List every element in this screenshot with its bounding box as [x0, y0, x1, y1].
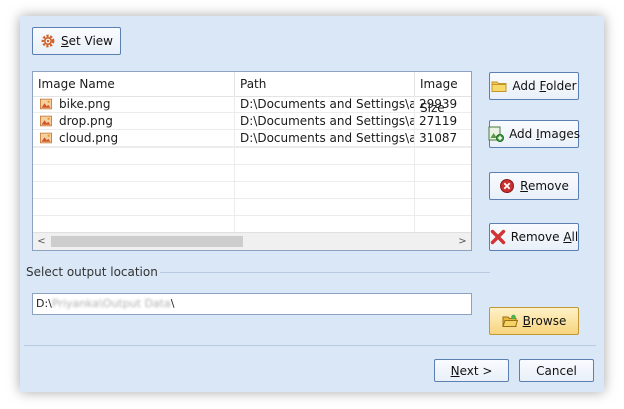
- footer-divider: [24, 345, 596, 346]
- remove-circle-icon: [500, 179, 515, 193]
- output-location-label: Select output location: [26, 265, 158, 279]
- gear-icon: [41, 34, 55, 48]
- scroll-left-arrow[interactable]: <: [33, 233, 50, 250]
- remove-all-button[interactable]: Remove All: [489, 223, 579, 251]
- add-image-icon: [488, 126, 505, 142]
- table-row[interactable]: drop.png D:\Documents and Settings\am...…: [33, 113, 471, 130]
- output-path-field[interactable]: D:\Priyanka\Output Data\: [32, 293, 472, 315]
- remove-label: Remove: [520, 179, 569, 193]
- image-name-cell: cloud.png: [59, 130, 119, 145]
- add-folder-button[interactable]: Add Folder: [489, 72, 579, 100]
- browse-label: Browse: [522, 314, 567, 328]
- horizontal-scrollbar[interactable]: < >: [33, 232, 471, 250]
- size-cell: 27119: [415, 113, 471, 130]
- column-header-image-size[interactable]: Image Size: [415, 72, 471, 115]
- size-cell: 31087: [415, 130, 471, 147]
- path-cell: D:\Documents and Settings\am...: [235, 130, 415, 147]
- folder-icon: [491, 81, 507, 92]
- scrollbar-thumb[interactable]: [51, 236, 243, 247]
- column-header-image-name[interactable]: Image Name: [33, 72, 235, 96]
- add-images-button[interactable]: Add Images: [488, 120, 580, 148]
- image-file-icon: [40, 98, 52, 110]
- scroll-right-arrow[interactable]: >: [454, 233, 471, 250]
- image-name-cell: bike.png: [59, 96, 111, 111]
- image-list[interactable]: Image Name Path Image Size bike.png D:\D…: [32, 71, 472, 251]
- next-label: Next >: [450, 363, 493, 378]
- red-x-icon: [490, 229, 505, 245]
- list-header: Image Name Path Image Size: [33, 72, 471, 115]
- cancel-button[interactable]: Cancel: [519, 359, 594, 382]
- table-row[interactable]: bike.png D:\Documents and Settings\am...…: [33, 96, 471, 113]
- image-file-icon: [40, 115, 52, 127]
- add-images-label: Add Images: [509, 127, 580, 141]
- set-view-button[interactable]: Set View: [32, 27, 121, 55]
- next-button[interactable]: Next >: [434, 359, 509, 382]
- remove-all-label: Remove All: [510, 230, 579, 244]
- image-file-icon: [40, 132, 52, 144]
- path-cell: D:\Documents and Settings\am...: [235, 96, 415, 113]
- remove-button[interactable]: Remove: [489, 172, 579, 200]
- path-cell: D:\Documents and Settings\am...: [235, 113, 415, 130]
- cancel-label: Cancel: [536, 363, 577, 378]
- set-view-label: Set View: [60, 34, 113, 48]
- image-name-cell: drop.png: [59, 113, 113, 128]
- table-row[interactable]: cloud.png D:\Documents and Settings\am..…: [33, 130, 471, 147]
- size-cell: 29939: [415, 96, 471, 113]
- browse-button[interactable]: Browse: [489, 307, 579, 335]
- column-header-path[interactable]: Path: [235, 72, 415, 96]
- open-folder-icon: [501, 314, 518, 327]
- add-folder-label: Add Folder: [512, 79, 577, 93]
- dialog-window: Set View Image Name Path Image Size bike…: [20, 16, 604, 392]
